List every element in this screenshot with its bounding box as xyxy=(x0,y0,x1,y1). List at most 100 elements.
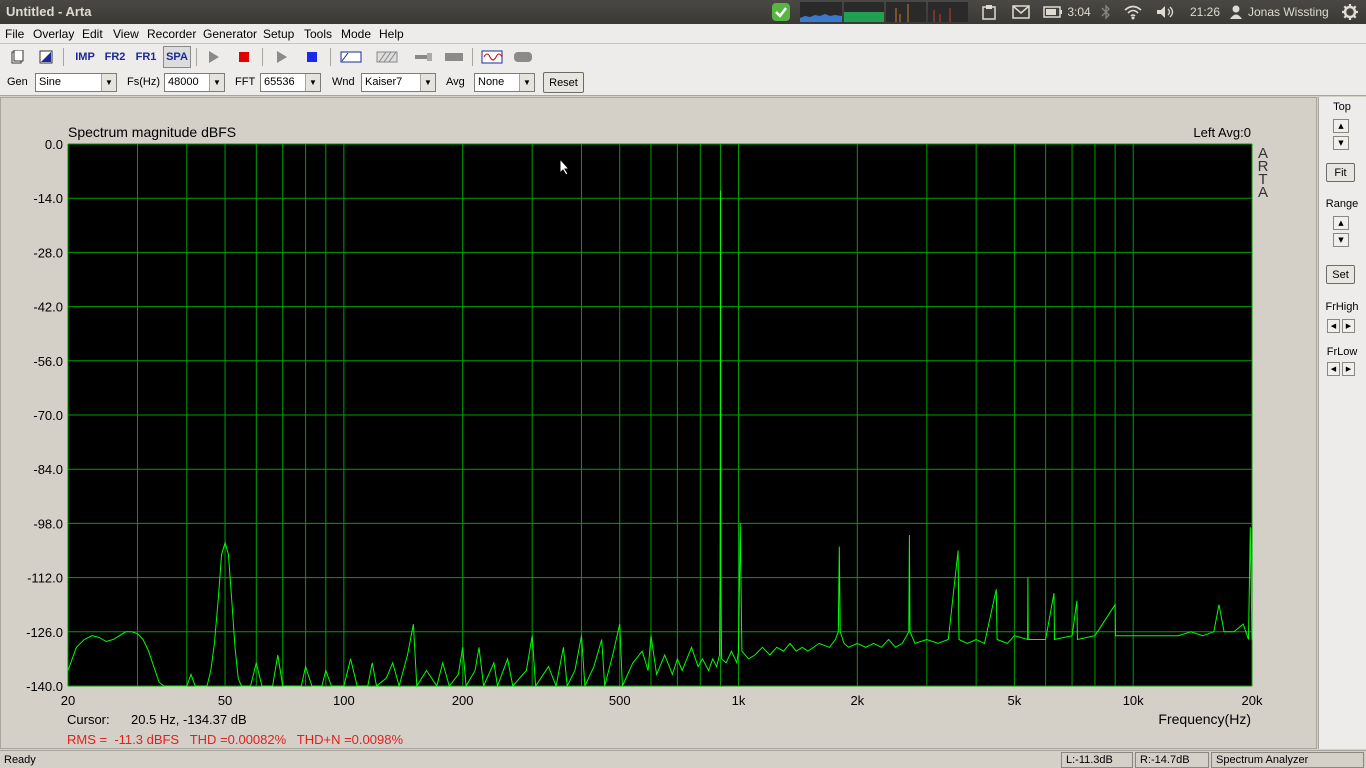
plot-panel: Spectrum magnitude dBFS Left Avg:0 0.0 -1… xyxy=(0,97,1317,749)
fr2-mode-button[interactable]: FR2 xyxy=(102,46,128,68)
battery-icon[interactable] xyxy=(1042,2,1064,22)
status-bar: Ready L:-11.3dB R:-14.7dB Spectrum Analy… xyxy=(0,750,1366,768)
y-tick-label: -56.0 xyxy=(33,354,63,369)
generator-stop-icon[interactable] xyxy=(300,46,324,68)
menu-generator[interactable]: Generator xyxy=(203,27,257,41)
x-tick-label: 20 xyxy=(61,693,75,708)
update-check-icon[interactable] xyxy=(770,2,792,22)
y-tick-label: -28.0 xyxy=(33,245,63,260)
record-stop-red-icon[interactable] xyxy=(232,46,256,68)
user-name[interactable]: Jonas Wissting xyxy=(1248,2,1332,22)
menu-setup[interactable]: Setup xyxy=(263,27,294,41)
menu-help[interactable]: Help xyxy=(379,27,404,41)
toolbar-separator xyxy=(262,48,263,66)
fs-select[interactable]: 48000 ▼ xyxy=(164,73,225,92)
menu-bar: File Overlay Edit View Recorder Generato… xyxy=(0,24,1366,44)
frlow-label: FrLow xyxy=(1326,346,1358,358)
frhigh-right-button[interactable]: ▶ xyxy=(1342,319,1355,333)
menu-recorder[interactable]: Recorder xyxy=(147,27,196,41)
status-ready: Ready xyxy=(4,754,36,766)
arta-watermark-letter: A xyxy=(1258,184,1268,201)
top-label: Top xyxy=(1333,101,1351,113)
bluetooth-icon[interactable] xyxy=(1098,2,1114,22)
wifi-icon[interactable] xyxy=(1122,2,1144,22)
sine-wave-icon[interactable] xyxy=(479,46,505,68)
side-control-panel: Top ▲ ▼ Fit Range ▲ ▼ Set FrHigh ◀ ▶ FrL… xyxy=(1318,97,1366,749)
menu-mode[interactable]: Mode xyxy=(341,27,371,41)
chevron-down-icon: ▼ xyxy=(519,74,534,91)
status-right-level: R:-14.7dB xyxy=(1135,752,1209,768)
spa-mode-button[interactable]: SPA xyxy=(163,46,191,68)
menu-overlay[interactable]: Overlay xyxy=(33,27,74,41)
y-tick-label: -126.0 xyxy=(26,625,63,640)
menu-edit[interactable]: Edit xyxy=(82,27,103,41)
spectrum-chart[interactable]: Spectrum magnitude dBFS Left Avg:0 0.0 -1… xyxy=(1,98,1316,748)
user-icon xyxy=(1229,2,1243,22)
play-disabled-icon[interactable] xyxy=(201,46,225,68)
open-file-icon[interactable] xyxy=(34,46,58,68)
system-top-panel: Untitled - Arta 3:04 21:26 Jonas Wisstin… xyxy=(0,0,1366,24)
battery-time: 3:04 xyxy=(1067,5,1091,19)
chevron-down-icon: ▼ xyxy=(305,74,320,91)
volume-icon[interactable] xyxy=(1154,2,1176,22)
fs-label: Fs(Hz) xyxy=(127,76,160,88)
cursor-value: 20.5 Hz, -134.37 dB xyxy=(131,712,247,727)
y-tick-label: -112.0 xyxy=(27,571,63,586)
imp-mode-button[interactable]: IMP xyxy=(71,46,99,68)
toolbar-separator xyxy=(196,48,197,66)
channel-info: Left Avg:0 xyxy=(1193,125,1251,140)
options-bar: Gen Sine ▼ Fs(Hz) 48000 ▼ FFT 65536 ▼ Wn… xyxy=(0,70,1366,96)
wnd-select-value: Kaiser7 xyxy=(365,76,403,88)
wnd-select[interactable]: Kaiser7 ▼ xyxy=(361,73,436,92)
rounded-bar-icon[interactable] xyxy=(510,46,536,68)
chevron-down-icon: ▼ xyxy=(101,74,116,91)
top-down-button[interactable]: ▼ xyxy=(1333,136,1349,150)
status-left-level: L:-11.3dB xyxy=(1061,752,1133,768)
fit-button[interactable]: Fit xyxy=(1326,163,1355,182)
mail-icon[interactable] xyxy=(1010,2,1032,22)
clock[interactable]: 21:26 xyxy=(1185,2,1225,22)
menu-file[interactable]: File xyxy=(5,27,24,41)
reset-button[interactable]: Reset xyxy=(543,72,584,93)
cursor-label: Cursor: xyxy=(67,712,110,727)
session-gear-icon[interactable] xyxy=(1340,2,1360,22)
chart-title: Spectrum magnitude dBFS xyxy=(68,124,236,140)
frlow-left-button[interactable]: ◀ xyxy=(1327,362,1340,376)
fs-select-value: 48000 xyxy=(168,76,199,88)
toolbar-separator xyxy=(472,48,473,66)
menu-view[interactable]: View xyxy=(113,27,139,41)
avg-select-value: None xyxy=(478,76,505,88)
set-button[interactable]: Set xyxy=(1326,265,1355,284)
x-tick-label: 200 xyxy=(452,693,474,708)
y-tick-label: -42.0 xyxy=(33,300,63,315)
top-up-button[interactable]: ▲ xyxy=(1333,119,1349,133)
y-tick-label: -98.0 xyxy=(33,516,63,531)
frhigh-left-button[interactable]: ◀ xyxy=(1327,319,1340,333)
range-up-button[interactable]: ▲ xyxy=(1333,216,1349,230)
fft-label: FFT xyxy=(235,76,256,88)
frlow-right-button[interactable]: ▶ xyxy=(1342,362,1355,376)
arta-watermark: ARTA xyxy=(1258,145,1269,201)
avg-select[interactable]: None ▼ xyxy=(474,73,535,92)
x-tick-label: 2k xyxy=(850,693,864,708)
hatch-overlay-icon[interactable] xyxy=(374,46,400,68)
y-tick-label: -14.0 xyxy=(33,191,63,206)
probe-icon[interactable] xyxy=(410,46,436,68)
x-axis-label: Frequency(Hz) xyxy=(1158,711,1251,727)
clipboard-icon[interactable] xyxy=(979,2,999,22)
menu-tools[interactable]: Tools xyxy=(304,27,332,41)
fr1-mode-button[interactable]: FR1 xyxy=(133,46,159,68)
new-file-icon[interactable] xyxy=(5,46,29,68)
chevron-down-icon: ▼ xyxy=(420,74,435,91)
fft-select[interactable]: 65536 ▼ xyxy=(260,73,321,92)
gen-select[interactable]: Sine ▼ xyxy=(35,73,117,92)
x-tick-labels: 20 50 100 200 500 1k 2k 5k 10k 20k xyxy=(61,693,1263,708)
generator-play-icon[interactable] xyxy=(269,46,293,68)
fft-select-value: 65536 xyxy=(264,76,295,88)
system-monitor-graph[interactable] xyxy=(800,2,968,22)
gen-label: Gen xyxy=(7,76,28,88)
flat-bar-icon[interactable] xyxy=(441,46,467,68)
range-down-button[interactable]: ▼ xyxy=(1333,233,1349,247)
y-tick-label: -140.0 xyxy=(26,679,63,694)
abc-marker-icon[interactable] xyxy=(338,46,364,68)
